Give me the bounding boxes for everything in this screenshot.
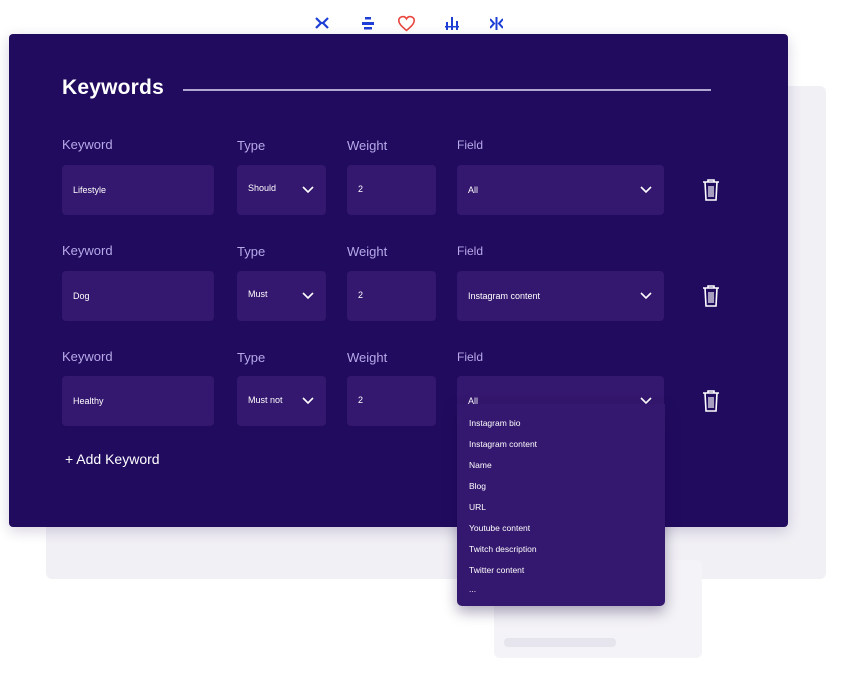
trash-icon[interactable] xyxy=(701,178,721,202)
keyword-input[interactable]: Dog xyxy=(62,271,214,321)
collapse-horizontal-icon[interactable] xyxy=(311,12,333,34)
field-label: Field xyxy=(457,350,484,364)
type-select-value: Should xyxy=(248,183,277,193)
keyword-input-value: Healthy xyxy=(73,396,104,406)
keyword-input[interactable]: Healthy xyxy=(62,376,214,426)
weight-label: Weight xyxy=(347,244,388,259)
field-label: Field xyxy=(457,244,484,258)
chevron-down-icon xyxy=(302,292,314,300)
type-select-value: Must xyxy=(248,289,268,299)
trash-icon[interactable] xyxy=(701,389,721,413)
dropdown-option[interactable]: Blog xyxy=(469,481,486,491)
field-label: Field xyxy=(457,138,484,152)
type-select-value: Must not xyxy=(248,395,283,405)
dropdown-option[interactable]: Instagram content xyxy=(469,439,537,449)
field-dropdown-menu: Instagram bio Instagram content Name Blo… xyxy=(457,404,665,606)
type-label: Type xyxy=(237,138,266,153)
keywords-panel: Keywords Keyword Type Weight Field Lifes… xyxy=(9,34,788,527)
align-center-icon[interactable] xyxy=(357,12,379,34)
field-select-value: All xyxy=(468,185,479,195)
chevron-down-icon xyxy=(640,186,652,194)
keyword-label: Keyword xyxy=(62,349,113,364)
type-select[interactable]: Should xyxy=(237,165,326,215)
keyword-label: Keyword xyxy=(62,137,113,152)
placeholder-bar xyxy=(504,638,616,647)
weight-input[interactable]: 2 xyxy=(347,376,436,426)
field-select-value: Instagram content xyxy=(468,291,541,301)
trash-icon[interactable] xyxy=(701,284,721,308)
field-select[interactable]: All xyxy=(457,165,664,215)
weight-input[interactable]: 2 xyxy=(347,271,436,321)
keyword-input[interactable]: Lifestyle xyxy=(62,165,214,215)
weight-input-value: 2 xyxy=(358,290,364,300)
chevron-down-icon xyxy=(640,292,652,300)
type-select[interactable]: Must xyxy=(237,271,326,321)
chevron-down-icon xyxy=(302,186,314,194)
top-toolbar xyxy=(308,12,518,34)
split-vertical-icon[interactable] xyxy=(485,12,507,34)
weight-input[interactable]: 2 xyxy=(347,165,436,215)
distribute-icon[interactable] xyxy=(441,12,463,34)
type-label: Type xyxy=(237,350,266,365)
add-keyword-button[interactable]: + Add Keyword xyxy=(65,451,160,467)
title-divider xyxy=(183,89,711,91)
dropdown-option[interactable]: Twitch description xyxy=(469,544,537,554)
section-title: Keywords xyxy=(62,76,164,99)
weight-input-value: 2 xyxy=(358,184,364,194)
field-select[interactable]: Instagram content xyxy=(457,271,664,321)
keyword-input-value: Dog xyxy=(73,291,90,301)
weight-input-value: 2 xyxy=(358,395,364,405)
dropdown-option[interactable]: Twitter content xyxy=(469,565,524,575)
dropdown-option[interactable]: Name xyxy=(469,460,492,470)
weight-label: Weight xyxy=(347,350,388,365)
weight-label: Weight xyxy=(347,138,388,153)
dropdown-option-more[interactable]: ... xyxy=(469,584,476,594)
type-select[interactable]: Must not xyxy=(237,376,326,426)
dropdown-option[interactable]: Instagram bio xyxy=(469,418,521,428)
dropdown-option[interactable]: URL xyxy=(469,502,486,512)
type-label: Type xyxy=(237,244,266,259)
chevron-down-icon xyxy=(302,397,314,405)
dropdown-option[interactable]: Youtube content xyxy=(469,523,530,533)
heart-icon[interactable] xyxy=(395,12,417,34)
keyword-input-value: Lifestyle xyxy=(73,185,107,195)
keyword-label: Keyword xyxy=(62,243,113,258)
